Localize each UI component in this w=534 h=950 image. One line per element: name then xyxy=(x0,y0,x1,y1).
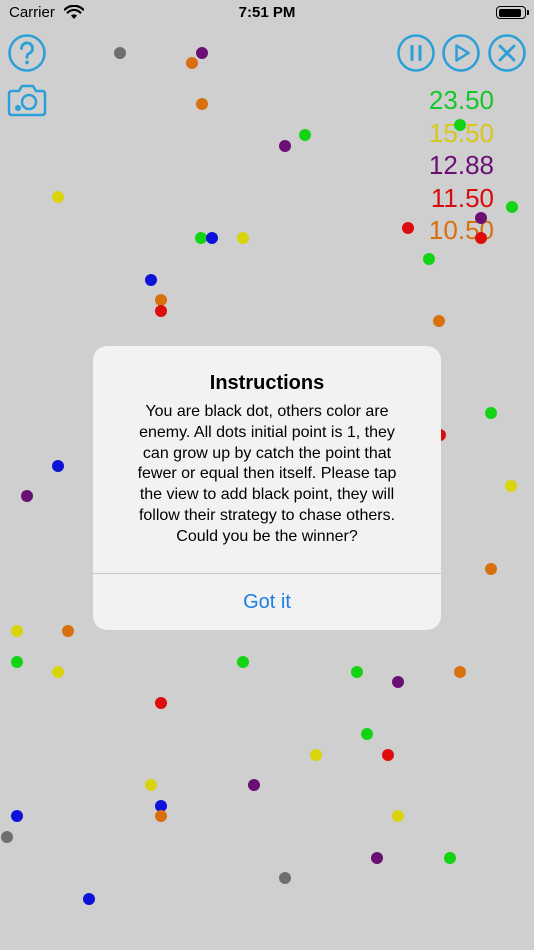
dialog-message: You are black dot, others color are enem… xyxy=(115,402,419,548)
message-line: Could you be the winner? xyxy=(176,527,358,545)
message-line: the view to add black point, they will xyxy=(139,486,395,504)
message-line: enemy. All dots initial point is 1, they xyxy=(139,423,395,441)
message-line: fewer or equal then itself. Please tap xyxy=(137,465,397,483)
message-line: You are black dot, others color are xyxy=(145,403,389,420)
got-it-button[interactable]: Got it xyxy=(93,574,441,630)
message-line: follow their strategy to chase others. xyxy=(138,506,396,524)
alert-overlay: Instructions You are black dot, others c… xyxy=(0,0,534,950)
instructions-dialog: Instructions You are black dot, others c… xyxy=(93,346,441,630)
dialog-title: Instructions xyxy=(209,372,325,394)
message-line: can grow up by catch the point that xyxy=(142,444,392,462)
